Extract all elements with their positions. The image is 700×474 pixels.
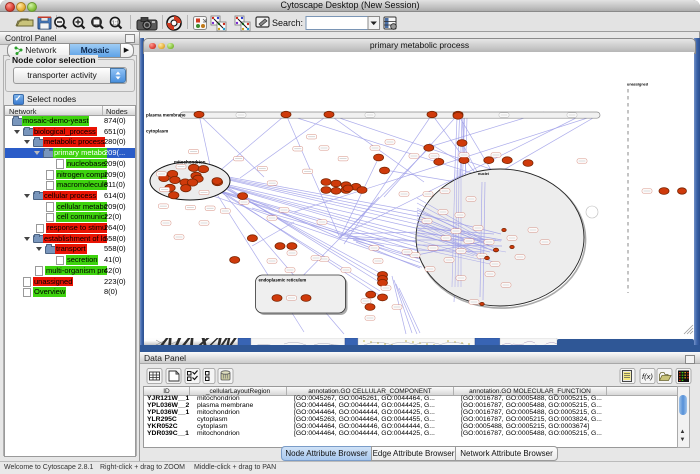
svg-text:cytoplasm: cytoplasm <box>146 129 168 134</box>
svg-text:nuclei: nuclei <box>478 172 489 176</box>
svg-text:1:1: 1:1 <box>112 20 120 26</box>
svg-text:mitochondrion: mitochondrion <box>174 160 206 165</box>
svg-text:endoplasmic reticulum: endoplasmic reticulum <box>259 278 307 283</box>
svg-text:plasma membrane: plasma membrane <box>146 113 186 118</box>
svg-text:unassigned: unassigned <box>627 83 649 87</box>
svg-text:ΛIɅX∕W: ΛIɅX∕W <box>156 338 241 345</box>
svg-text:f(x): f(x) <box>642 372 653 381</box>
svg-text:Search:: Search: <box>272 18 303 28</box>
